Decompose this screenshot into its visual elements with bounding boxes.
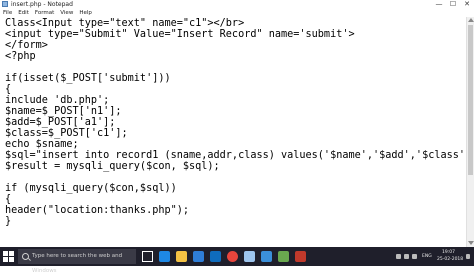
app-icon[interactable] xyxy=(278,251,289,262)
battery-icon[interactable] xyxy=(412,254,417,259)
notepad-icon[interactable] xyxy=(244,251,255,262)
search-icon xyxy=(22,253,29,260)
app-icon-2[interactable] xyxy=(295,251,306,262)
vertical-scrollbar[interactable] xyxy=(466,17,474,247)
scrollbar-thumb[interactable] xyxy=(468,25,473,175)
store-icon[interactable] xyxy=(193,251,204,262)
close-button[interactable]: ✕ xyxy=(460,0,474,9)
code-line: } xyxy=(5,216,12,227)
code-line: { xyxy=(5,84,12,95)
windows-start-icon[interactable] xyxy=(3,251,14,262)
volume-icon[interactable] xyxy=(404,254,409,259)
minimize-button[interactable]: — xyxy=(432,0,446,9)
code-line: </form> xyxy=(5,40,48,51)
code-line: <input type="Submit" Value="Insert Recor… xyxy=(5,29,355,40)
search-placeholder: Type here to search the web and Windows xyxy=(32,253,123,274)
language-indicator[interactable]: ENG xyxy=(422,254,432,260)
code-line: $class=$_POST['c1']; xyxy=(5,128,128,139)
photos-icon[interactable] xyxy=(261,251,272,262)
chrome-icon[interactable] xyxy=(227,251,238,262)
window-title: insert.php - Notepad xyxy=(11,1,73,8)
code-line: header("location:thanks.php"); xyxy=(5,205,190,216)
menu-view[interactable]: View xyxy=(57,9,76,17)
code-line: { xyxy=(5,194,12,205)
edge-icon[interactable] xyxy=(159,251,170,262)
code-line: if(isset($_POST['submit'])) xyxy=(5,73,171,84)
code-line: include 'db.php'; xyxy=(5,95,110,106)
taskbar: Type here to search the web and Windows … xyxy=(0,247,474,274)
file-explorer-icon[interactable] xyxy=(176,251,187,262)
code-line: $sql="insert into record1 (sname,addr,cl… xyxy=(5,150,466,161)
scroll-up-arrow-icon[interactable] xyxy=(468,18,474,22)
code-line: $name=$_POST['n1']; xyxy=(5,106,122,117)
code-line: $result = mysqli_query($con, $sql); xyxy=(5,161,220,172)
scroll-down-arrow-icon[interactable] xyxy=(468,241,474,245)
code-line: <?php xyxy=(5,51,36,62)
notepad-icon xyxy=(2,1,8,7)
maximize-button[interactable]: ☐ xyxy=(446,0,460,9)
menu-file[interactable]: File xyxy=(0,9,15,17)
notifications-icon[interactable] xyxy=(466,254,470,259)
task-view-icon[interactable] xyxy=(142,251,153,262)
editor-text-area[interactable]: Class<Input type="text" name="c1"></br> … xyxy=(0,17,466,247)
clock-time[interactable]: 19:07 xyxy=(442,250,455,256)
menu-help[interactable]: Help xyxy=(76,9,95,17)
mail-icon[interactable] xyxy=(210,251,221,262)
code-line: Class<Input type="text" name="c1"></br> xyxy=(5,18,245,29)
code-line: $add=$_POST['a1']; xyxy=(5,117,116,128)
code-line: echo $sname; xyxy=(5,139,79,150)
code-line: if (mysqli_query($con,$sql)) xyxy=(5,183,177,194)
clock-date[interactable]: 25-02-2018 xyxy=(437,257,463,263)
menu-edit[interactable]: Edit xyxy=(15,9,32,17)
menu-format[interactable]: Format xyxy=(32,9,57,17)
taskbar-search-box[interactable]: Type here to search the web and Windows xyxy=(18,249,136,274)
network-icon[interactable] xyxy=(396,254,401,259)
